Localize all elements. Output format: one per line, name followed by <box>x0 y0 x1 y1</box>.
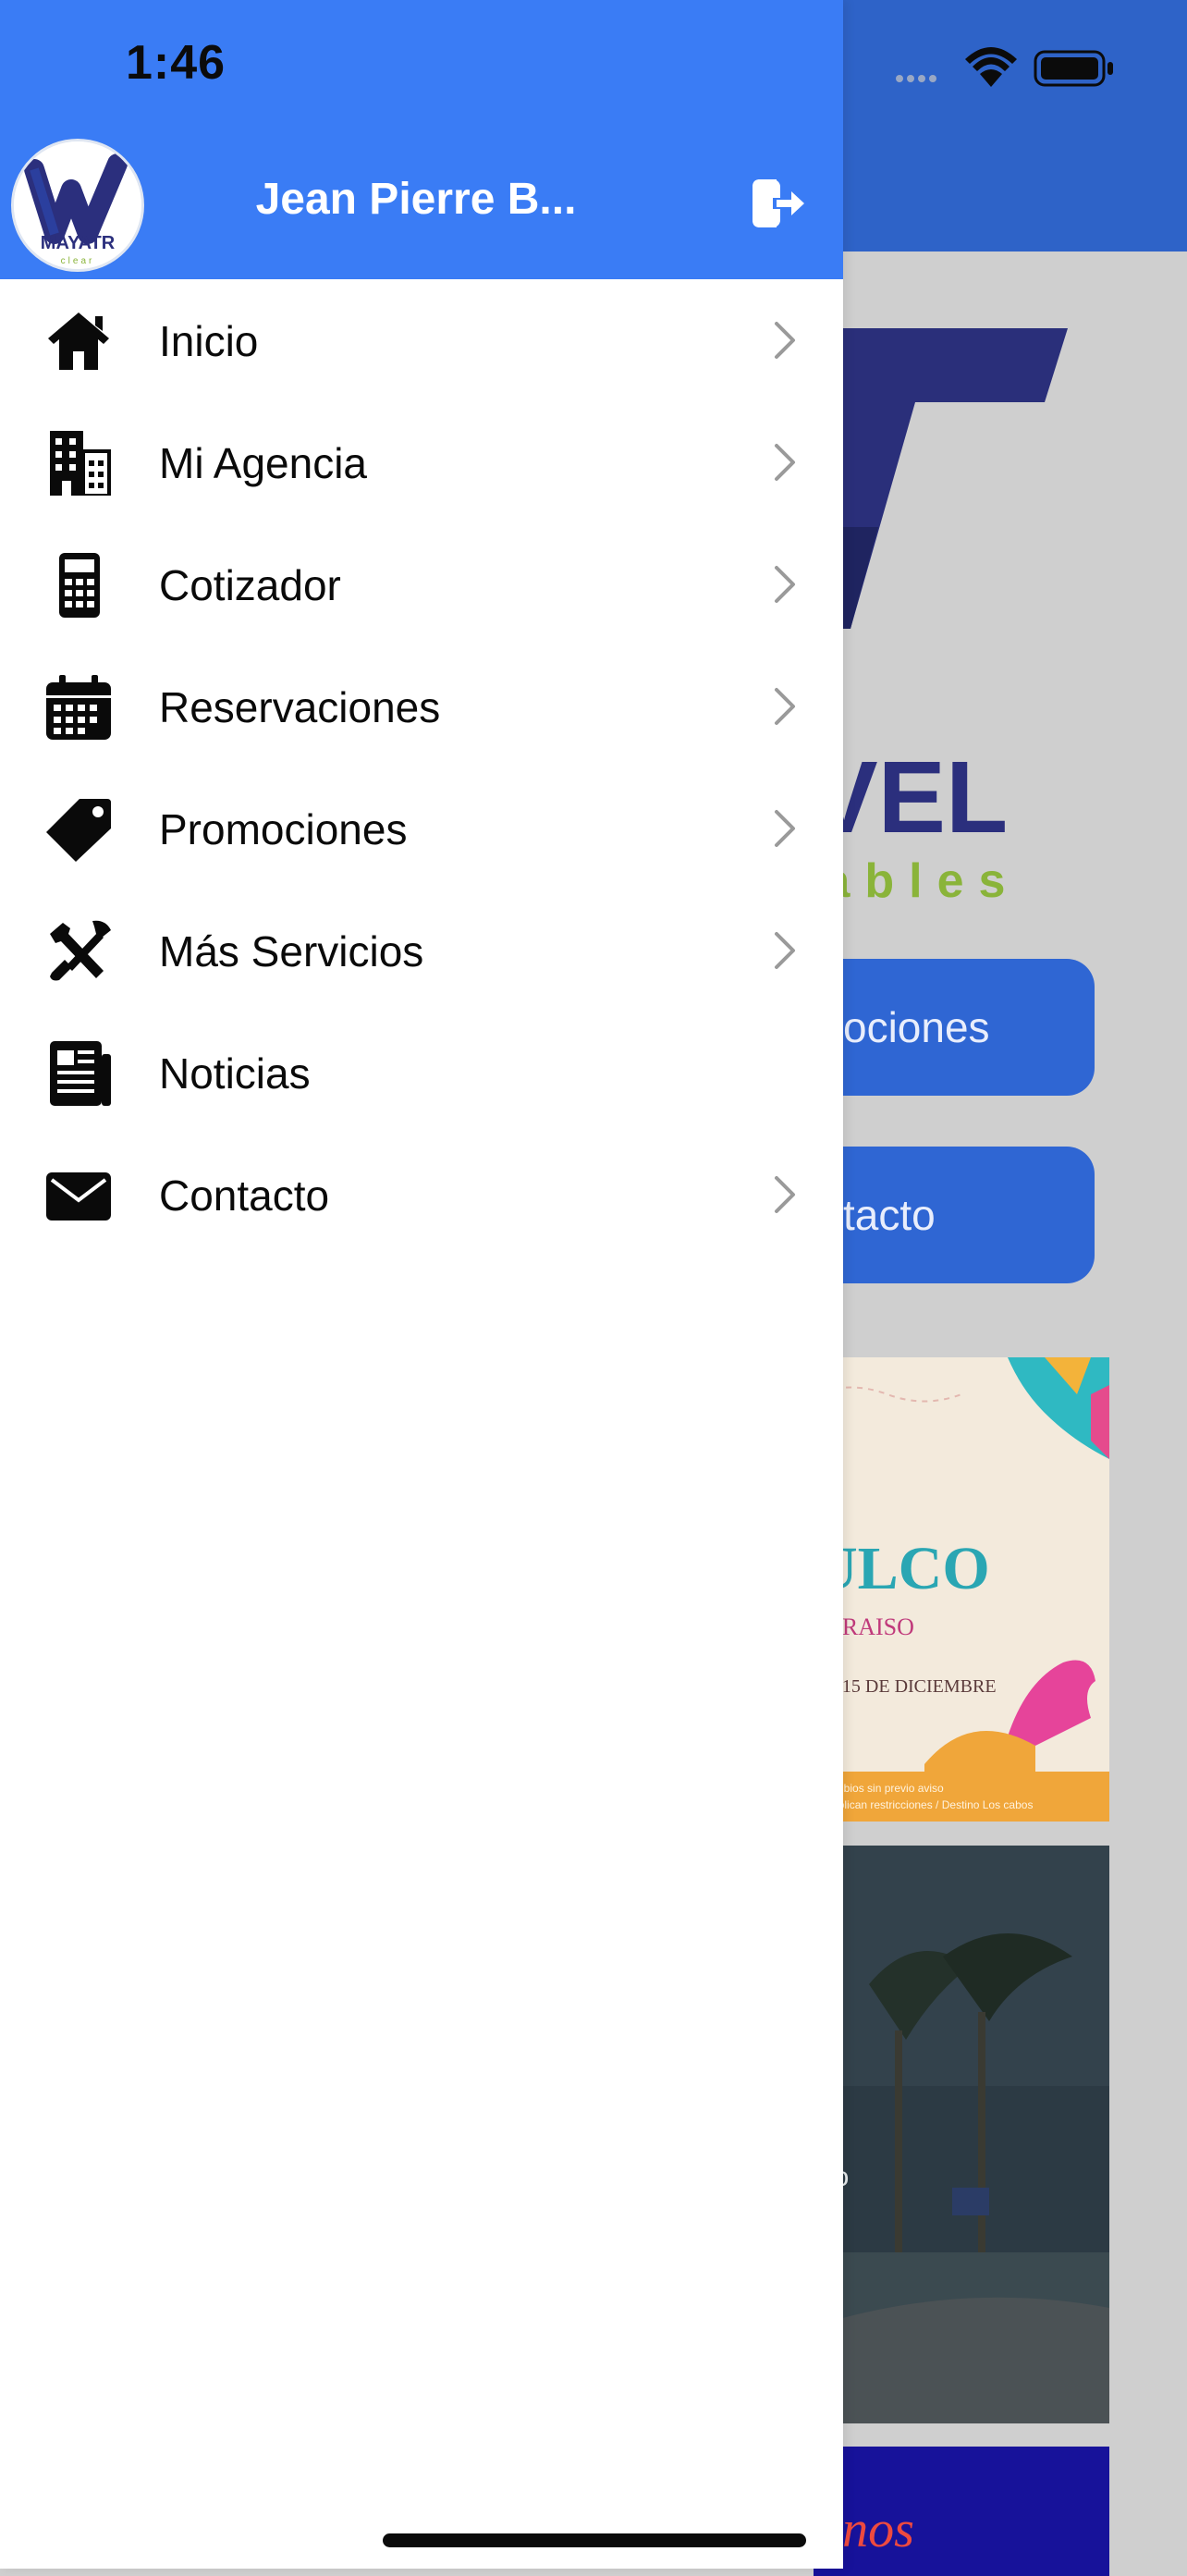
background-promotions-label: ociones <box>843 1003 990 1051</box>
menu-item-cotizador[interactable]: Cotizador <box>0 523 843 645</box>
chevron-right-icon <box>773 930 797 971</box>
svg-text:al / Aplican restricciones / D: al / Aplican restricciones / Destino Los… <box>814 1798 1033 1811</box>
chevron-right-icon <box>773 686 797 727</box>
calculator-icon <box>44 553 113 618</box>
tag-icon <box>44 797 113 862</box>
promo-card-acapulco[interactable]: e ULCO PARAISO AL 15 DE DICIEMBRE o camb… <box>814 1357 1109 1822</box>
menu-item-label: Cotizador <box>159 561 341 609</box>
user-name: Jean Pierre B... <box>255 175 577 224</box>
promo-card-destinos[interactable]: tinos <box>814 2447 1109 2576</box>
svg-text:clear: clear <box>61 256 95 266</box>
logout-button[interactable] <box>749 176 810 231</box>
chevron-right-icon <box>773 808 797 849</box>
status-bar-time: 1:46 <box>126 36 226 90</box>
chevron-right-icon <box>773 564 797 605</box>
envelope-icon <box>44 1163 113 1228</box>
menu-item-noticias[interactable]: Noticias <box>0 1012 843 1134</box>
menu-item-label: Mi Agencia <box>159 439 368 487</box>
menu-item-label: Noticias <box>159 1049 311 1098</box>
background-contact-label: tacto <box>843 1191 936 1239</box>
menu-item-label: Promociones <box>159 805 408 853</box>
menu-item-label: Contacto <box>159 1171 330 1220</box>
menu-item-contacto[interactable]: Contacto <box>0 1134 843 1256</box>
avatar[interactable]: MAYATR clear <box>11 139 144 272</box>
promo-card-resort[interactable]: o lco lub <box>814 1846 1109 2423</box>
chevron-right-icon <box>773 442 797 483</box>
tools-icon <box>44 919 113 984</box>
menu-item-label: Reservaciones <box>159 683 441 731</box>
menu-item-inicio[interactable]: Inicio <box>0 279 843 401</box>
newspaper-icon <box>44 1041 113 1106</box>
battery-icon <box>1034 50 1113 87</box>
status-bar-icons <box>895 46 1135 89</box>
cellular-signal-icon <box>896 75 936 82</box>
menu-item-label: Más Servicios <box>159 927 424 975</box>
navigation-drawer: MAYATR clear Jean Pierre B... Inicio Mi … <box>0 0 843 2569</box>
menu-item-promociones[interactable]: Promociones <box>0 767 843 889</box>
building-icon <box>44 431 113 496</box>
wifi-icon <box>965 47 1017 87</box>
menu-item-reservaciones[interactable]: Reservaciones <box>0 645 843 767</box>
logout-icon <box>753 179 808 227</box>
svg-text:MAYATR: MAYATR <box>41 233 116 253</box>
home-icon <box>44 309 113 374</box>
menu-item-mas-servicios[interactable]: Más Servicios <box>0 889 843 1012</box>
home-indicator[interactable] <box>383 2533 806 2547</box>
menu-item-label: Inicio <box>159 317 259 365</box>
chevron-right-icon <box>773 1174 797 1215</box>
chevron-right-icon <box>773 320 797 361</box>
menu-item-mi-agencia[interactable]: Mi Agencia <box>0 401 843 523</box>
calendar-icon <box>44 675 113 740</box>
drawer-menu: Inicio Mi Agencia Cotizador Reservacione… <box>0 279 843 1256</box>
